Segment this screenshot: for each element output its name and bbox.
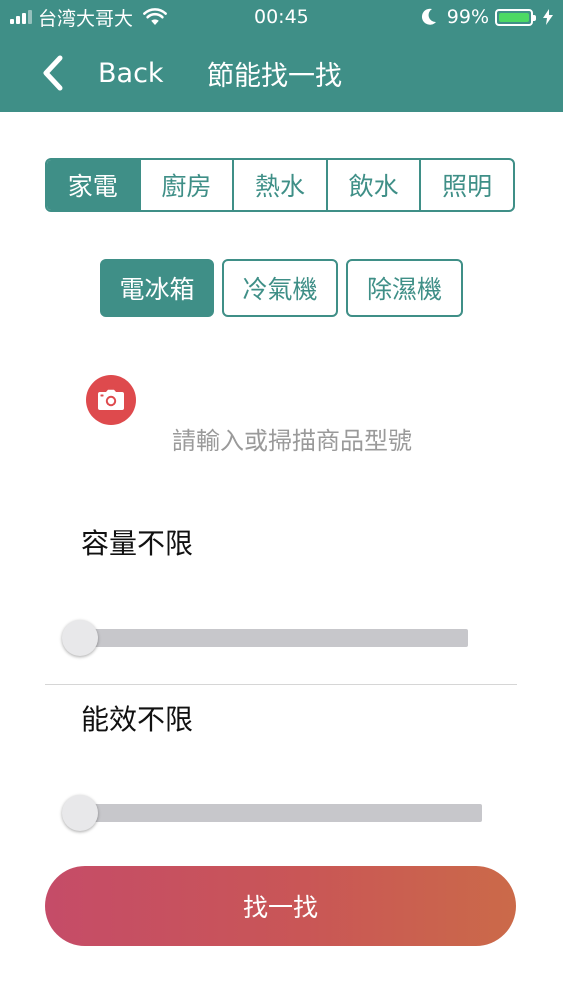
chevron-left-icon [43,55,63,91]
status-time: 00:45 [254,6,309,28]
signal-icon [10,10,32,24]
divider [45,684,517,685]
status-right-group: 99% [421,0,553,34]
sub-tab-refrigerator[interactable]: 電冰箱 [100,259,214,317]
tab-drinking-water[interactable]: 飲水 [325,160,420,210]
battery-percent: 99% [446,6,489,28]
category-tabs: 家電 廚房 熱水 飲水 照明 [45,158,515,212]
battery-icon [495,8,536,26]
tab-kitchen[interactable]: 廚房 [138,160,233,210]
efficiency-slider-track[interactable] [78,804,482,822]
search-button[interactable]: 找一找 [45,866,516,946]
back-button[interactable]: Back [38,34,164,112]
carrier-name: 台湾大哥大 [38,7,134,30]
model-search-input[interactable] [170,418,504,464]
tab-hot-water[interactable]: 熱水 [232,160,326,210]
page-title: 節能找一找 [207,60,342,92]
signal-bar [16,16,20,24]
back-label: Back [98,57,164,89]
efficiency-slider-thumb[interactable] [62,795,98,831]
sub-tab-air-conditioner[interactable]: 冷氣機 [222,259,338,317]
efficiency-label: 能效不限 [81,703,194,736]
sub-tab-dehumidifier[interactable]: 除濕機 [346,259,463,317]
charging-icon [543,9,553,25]
tab-lighting[interactable]: 照明 [419,160,513,210]
tab-appliances[interactable]: 家電 [47,160,139,210]
nav-bar: Back 節能找一找 [0,34,563,112]
capacity-slider-thumb[interactable] [62,620,98,656]
wifi-icon [143,8,167,25]
scan-camera-button[interactable] [86,375,136,425]
carrier-group: 台湾大哥大 [10,0,167,34]
capacity-slider-track[interactable] [78,629,468,647]
camera-icon [98,389,124,410]
status-bar: 台湾大哥大 00:45 99% [0,0,563,34]
signal-bar [10,19,14,24]
moon-icon [421,8,436,25]
battery-level [499,12,529,22]
signal-bar [28,10,32,24]
capacity-label: 容量不限 [81,527,194,560]
signal-bar [22,13,26,24]
